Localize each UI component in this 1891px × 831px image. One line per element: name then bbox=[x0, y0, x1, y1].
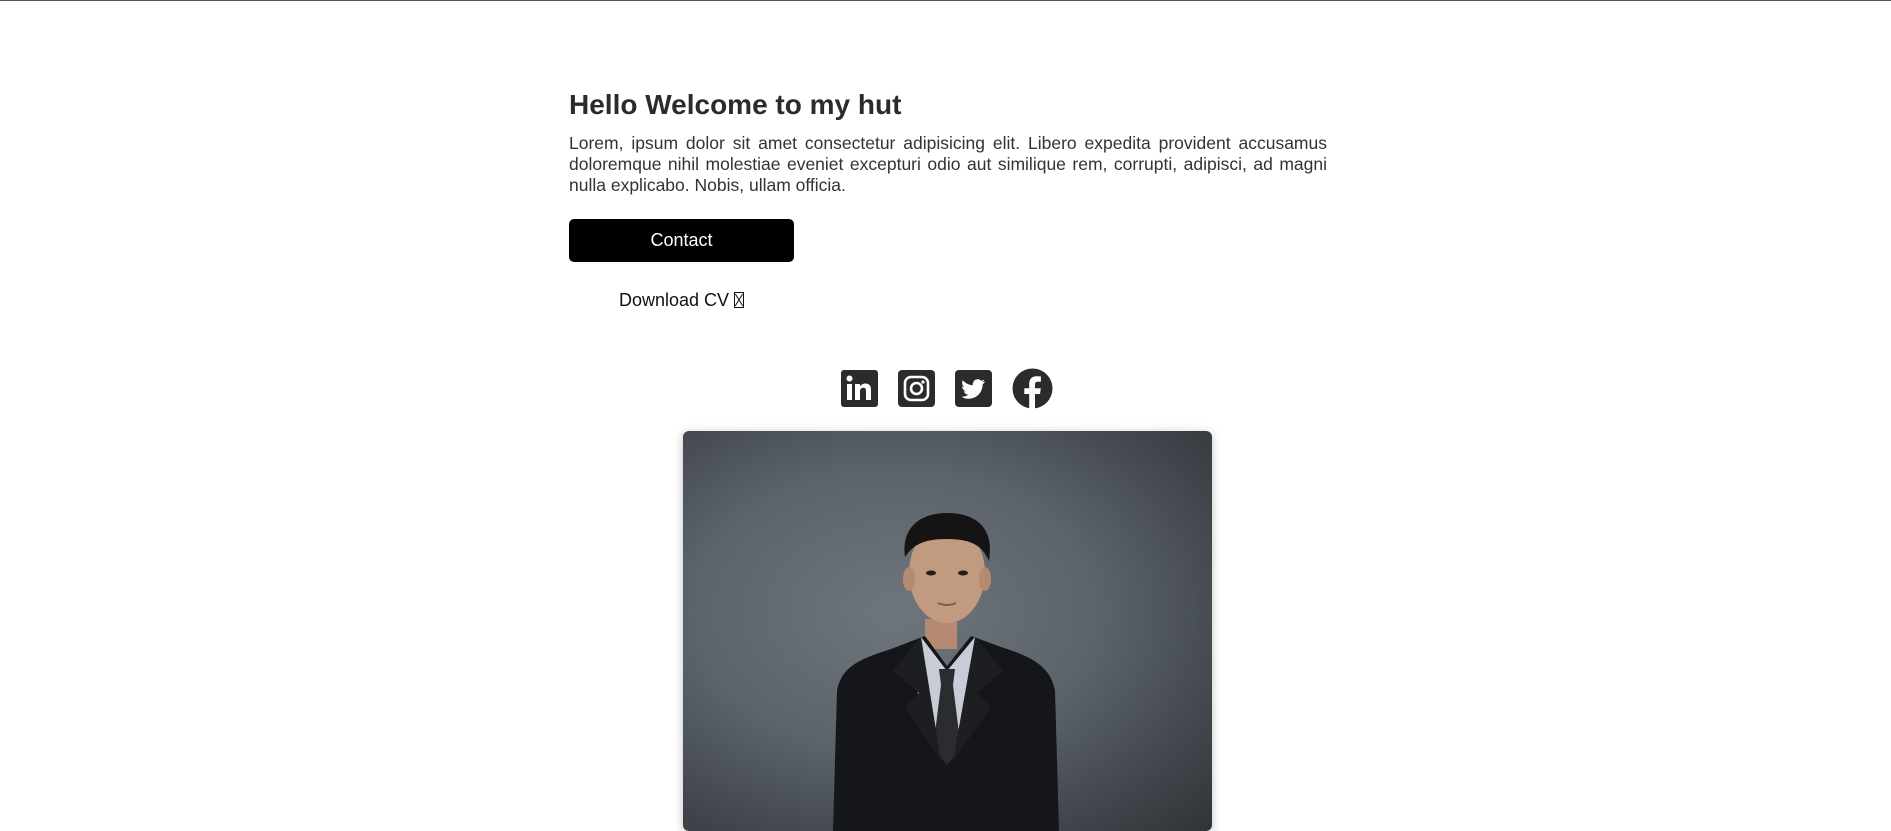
contact-button[interactable]: Contact bbox=[569, 219, 794, 262]
linkedin-link[interactable] bbox=[841, 369, 878, 407]
twitter-icon bbox=[955, 369, 992, 407]
top-divider bbox=[0, 0, 1891, 1]
missing-glyph-icon bbox=[734, 292, 745, 308]
hero-section: Hello Welcome to my hut Lorem, ipsum dol… bbox=[569, 86, 1327, 196]
download-cv-label: Download CV bbox=[618, 289, 730, 310]
facebook-link[interactable] bbox=[1012, 368, 1053, 409]
social-links bbox=[841, 367, 1053, 409]
person-portrait bbox=[833, 513, 1059, 831]
page-title: Hello Welcome to my hut bbox=[569, 89, 902, 120]
twitter-link[interactable] bbox=[955, 369, 992, 407]
profile-photo bbox=[683, 431, 1212, 831]
download-cv-link[interactable]: Download CV bbox=[569, 286, 794, 314]
linkedin-icon bbox=[841, 369, 878, 407]
facebook-icon bbox=[1012, 368, 1053, 409]
intro-paragraph: Lorem, ipsum dolor sit amet consectetur … bbox=[569, 133, 1327, 195]
instagram-icon bbox=[898, 369, 935, 407]
instagram-link[interactable] bbox=[898, 369, 935, 407]
